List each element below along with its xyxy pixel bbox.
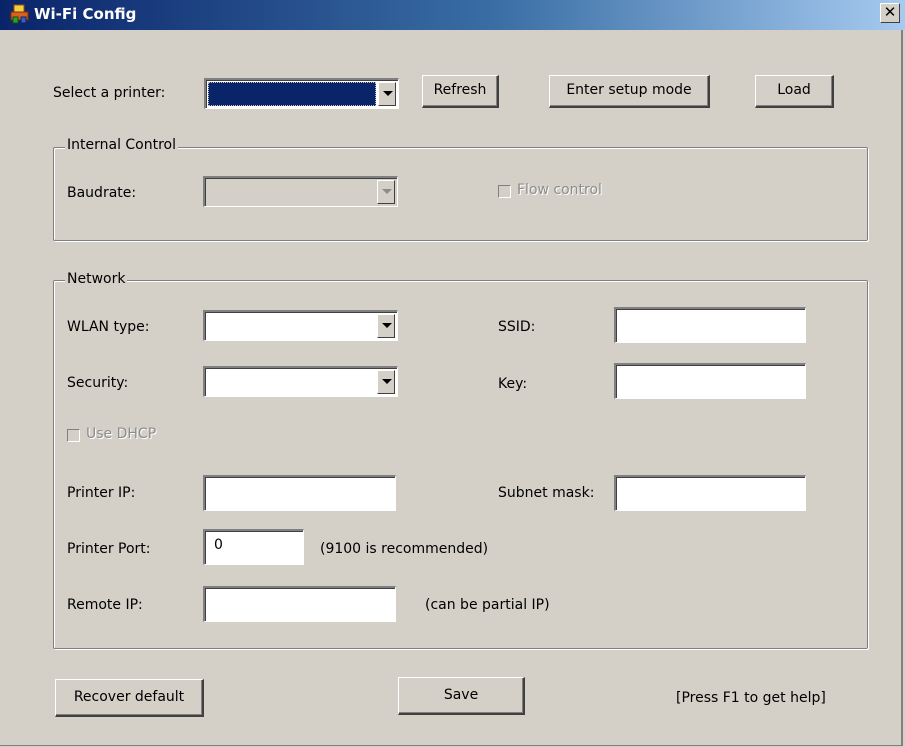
security-select[interactable] — [203, 366, 398, 397]
wlan-type-select[interactable] — [203, 310, 398, 341]
key-label: Key: — [498, 376, 528, 392]
close-icon: ✕ — [883, 3, 897, 21]
printer-app-icon — [10, 4, 29, 24]
enter-setup-mode-label: Enter setup mode — [566, 82, 692, 98]
baudrate-select-dropdown[interactable] — [377, 180, 395, 204]
subnet-mask-input[interactable] — [614, 475, 806, 511]
printer-port-label: Printer Port: — [67, 541, 151, 557]
recover-default-label: Recover default — [73, 689, 185, 705]
help-hint: [Press F1 to get help] — [676, 690, 826, 706]
save-button[interactable]: Save — [398, 677, 525, 715]
printer-port-input-value: 0 — [214, 537, 223, 553]
window-title: Wi-Fi Config — [34, 5, 137, 23]
save-button-label: Save — [443, 687, 479, 703]
printer-select-value — [208, 82, 376, 106]
network-title: Network — [65, 271, 128, 287]
key-input[interactable] — [614, 363, 806, 399]
remote-ip-hint: (can be partial IP) — [425, 597, 550, 613]
baudrate-label: Baudrate: — [67, 185, 137, 201]
recover-default-button[interactable]: Recover default — [55, 679, 204, 717]
chevron-down-icon — [382, 323, 392, 328]
ssid-label: SSID: — [498, 319, 536, 335]
security-select-dropdown[interactable] — [377, 370, 395, 394]
subnet-mask-label: Subnet mask: — [498, 485, 595, 501]
wlan-type-select-dropdown[interactable] — [377, 314, 395, 338]
security-select-value — [207, 370, 375, 394]
printer-port-hint: (9100 is recommended) — [320, 541, 489, 557]
baudrate-select[interactable] — [203, 176, 398, 207]
wlan-type-select-value — [207, 314, 375, 338]
remote-ip-input[interactable] — [203, 586, 396, 622]
printer-ip-input[interactable] — [203, 475, 396, 511]
refresh-button-label: Refresh — [433, 82, 487, 98]
use-dhcp-label: Use DHCP — [86, 426, 157, 442]
internal-control-group — [53, 147, 868, 241]
load-button[interactable]: Load — [755, 75, 834, 108]
wlan-type-label: WLAN type: — [67, 319, 150, 335]
printer-port-input[interactable]: 0 — [203, 529, 304, 565]
printer-select-dropdown[interactable] — [378, 82, 396, 106]
flow-control-label: Flow control — [517, 182, 602, 198]
security-label: Security: — [67, 375, 129, 391]
close-button[interactable]: ✕ — [880, 3, 900, 23]
enter-setup-mode-button[interactable]: Enter setup mode — [549, 75, 710, 108]
printer-select[interactable] — [204, 78, 399, 109]
flow-control-checkbox[interactable] — [498, 185, 511, 198]
chevron-down-icon — [383, 91, 393, 96]
chevron-down-icon — [382, 379, 392, 384]
ssid-input[interactable] — [614, 307, 806, 343]
chevron-down-icon — [382, 189, 392, 194]
refresh-button[interactable]: Refresh — [422, 75, 499, 108]
use-dhcp-checkbox[interactable] — [67, 429, 80, 442]
remote-ip-label: Remote IP: — [67, 597, 143, 613]
select-printer-label: Select a printer: — [53, 85, 166, 101]
printer-ip-label: Printer IP: — [67, 485, 136, 501]
baudrate-select-value — [207, 180, 375, 204]
internal-control-title: Internal Control — [65, 137, 179, 153]
load-button-label: Load — [777, 82, 811, 98]
